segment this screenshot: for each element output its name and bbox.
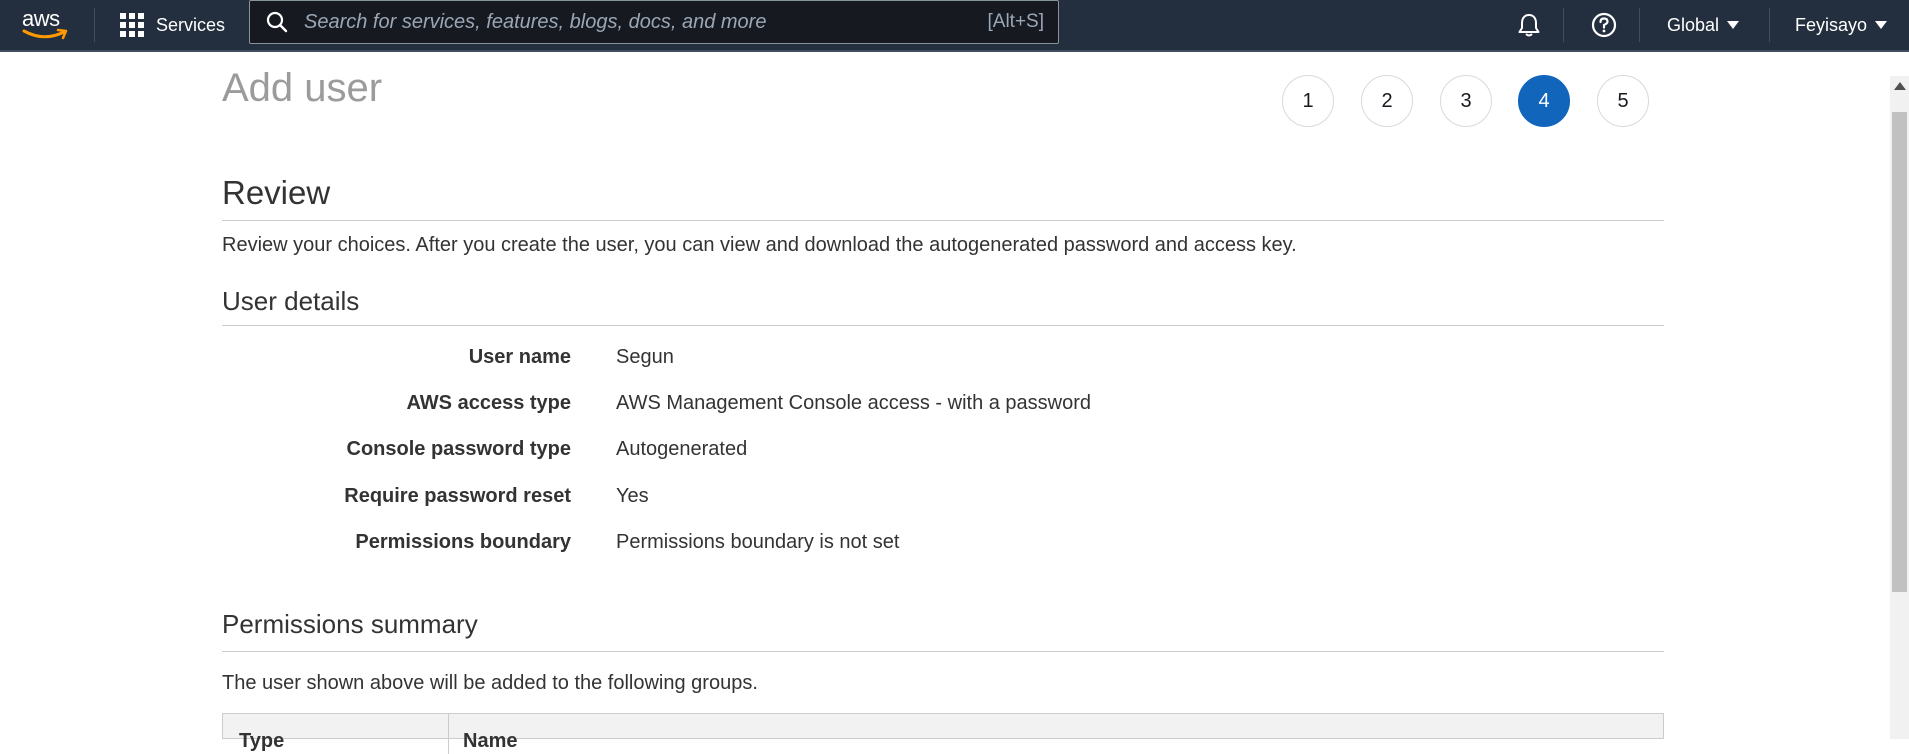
region-selector[interactable]: Global [1667, 0, 1740, 50]
detail-value-user-name: Segun [616, 346, 674, 368]
divider [222, 651, 1664, 652]
notifications-button[interactable] [1513, 9, 1545, 41]
detail-value-permissions-boundary: Permissions boundary is not set [616, 531, 900, 553]
search-shortcut-hint: [Alt+S] [987, 11, 1045, 32]
search-input[interactable] [302, 9, 988, 35]
detail-value-access-type: AWS Management Console access - with a p… [616, 392, 1092, 414]
permissions-summary-heading: Permissions summary [222, 609, 478, 639]
caret-down-icon [1875, 21, 1888, 29]
detail-label-password-reset: Require password reset [344, 485, 571, 507]
wizard-step-3[interactable]: 3 [1440, 75, 1492, 127]
nav-divider [94, 8, 95, 42]
groups-table-header: Type Name [222, 713, 1664, 754]
detail-label-password-type: Console password type [346, 438, 572, 460]
vertical-scrollbar[interactable] [1890, 76, 1909, 739]
user-details-heading: User details [222, 286, 360, 316]
nav-divider [1563, 8, 1564, 42]
aws-logo[interactable]: aws [22, 6, 72, 44]
services-menu-button[interactable]: Services [120, 0, 225, 50]
search-icon [266, 11, 288, 33]
permissions-summary-description: The user shown above will be added to th… [222, 672, 758, 694]
search-bar[interactable]: [Alt+S] [249, 0, 1059, 44]
wizard-step-4-current[interactable]: 4 [1518, 75, 1570, 127]
nav-divider [1769, 8, 1770, 42]
detail-value-password-reset: Yes [616, 485, 649, 507]
wizard-step-5[interactable]: 5 [1597, 75, 1649, 127]
review-heading: Review [222, 174, 331, 211]
help-icon [1591, 12, 1617, 38]
detail-value-password-type: Autogenerated [616, 438, 748, 460]
detail-label-user-name: User name [468, 346, 571, 368]
caret-down-icon [1727, 21, 1740, 29]
review-description: Review your choices. After you create th… [222, 234, 1297, 256]
account-username: Feyisayo [1795, 14, 1868, 35]
services-label: Services [156, 14, 226, 35]
column-header-type[interactable]: Type [239, 730, 284, 753]
top-navigation-bar: aws Services [Alt+S] [0, 0, 1909, 52]
scroll-up-arrow-icon[interactable] [1894, 82, 1906, 90]
column-divider [448, 714, 449, 754]
help-button[interactable] [1588, 9, 1620, 41]
divider [222, 220, 1664, 221]
divider [222, 325, 1664, 326]
detail-label-permissions-boundary: Permissions boundary [355, 531, 571, 553]
grid-icon [120, 13, 144, 37]
page-title: Add user [222, 66, 383, 110]
wizard-step-1[interactable]: 1 [1282, 75, 1334, 127]
scrollbar-thumb[interactable] [1892, 112, 1907, 592]
wizard-step-2[interactable]: 2 [1361, 75, 1413, 127]
aws-smile-icon [22, 28, 68, 40]
bell-icon [1518, 14, 1540, 37]
detail-label-access-type: AWS access type [406, 392, 571, 414]
region-label: Global [1667, 14, 1720, 35]
column-header-name[interactable]: Name [463, 730, 517, 753]
account-menu[interactable]: Feyisayo [1795, 0, 1888, 50]
nav-divider [1639, 8, 1640, 42]
